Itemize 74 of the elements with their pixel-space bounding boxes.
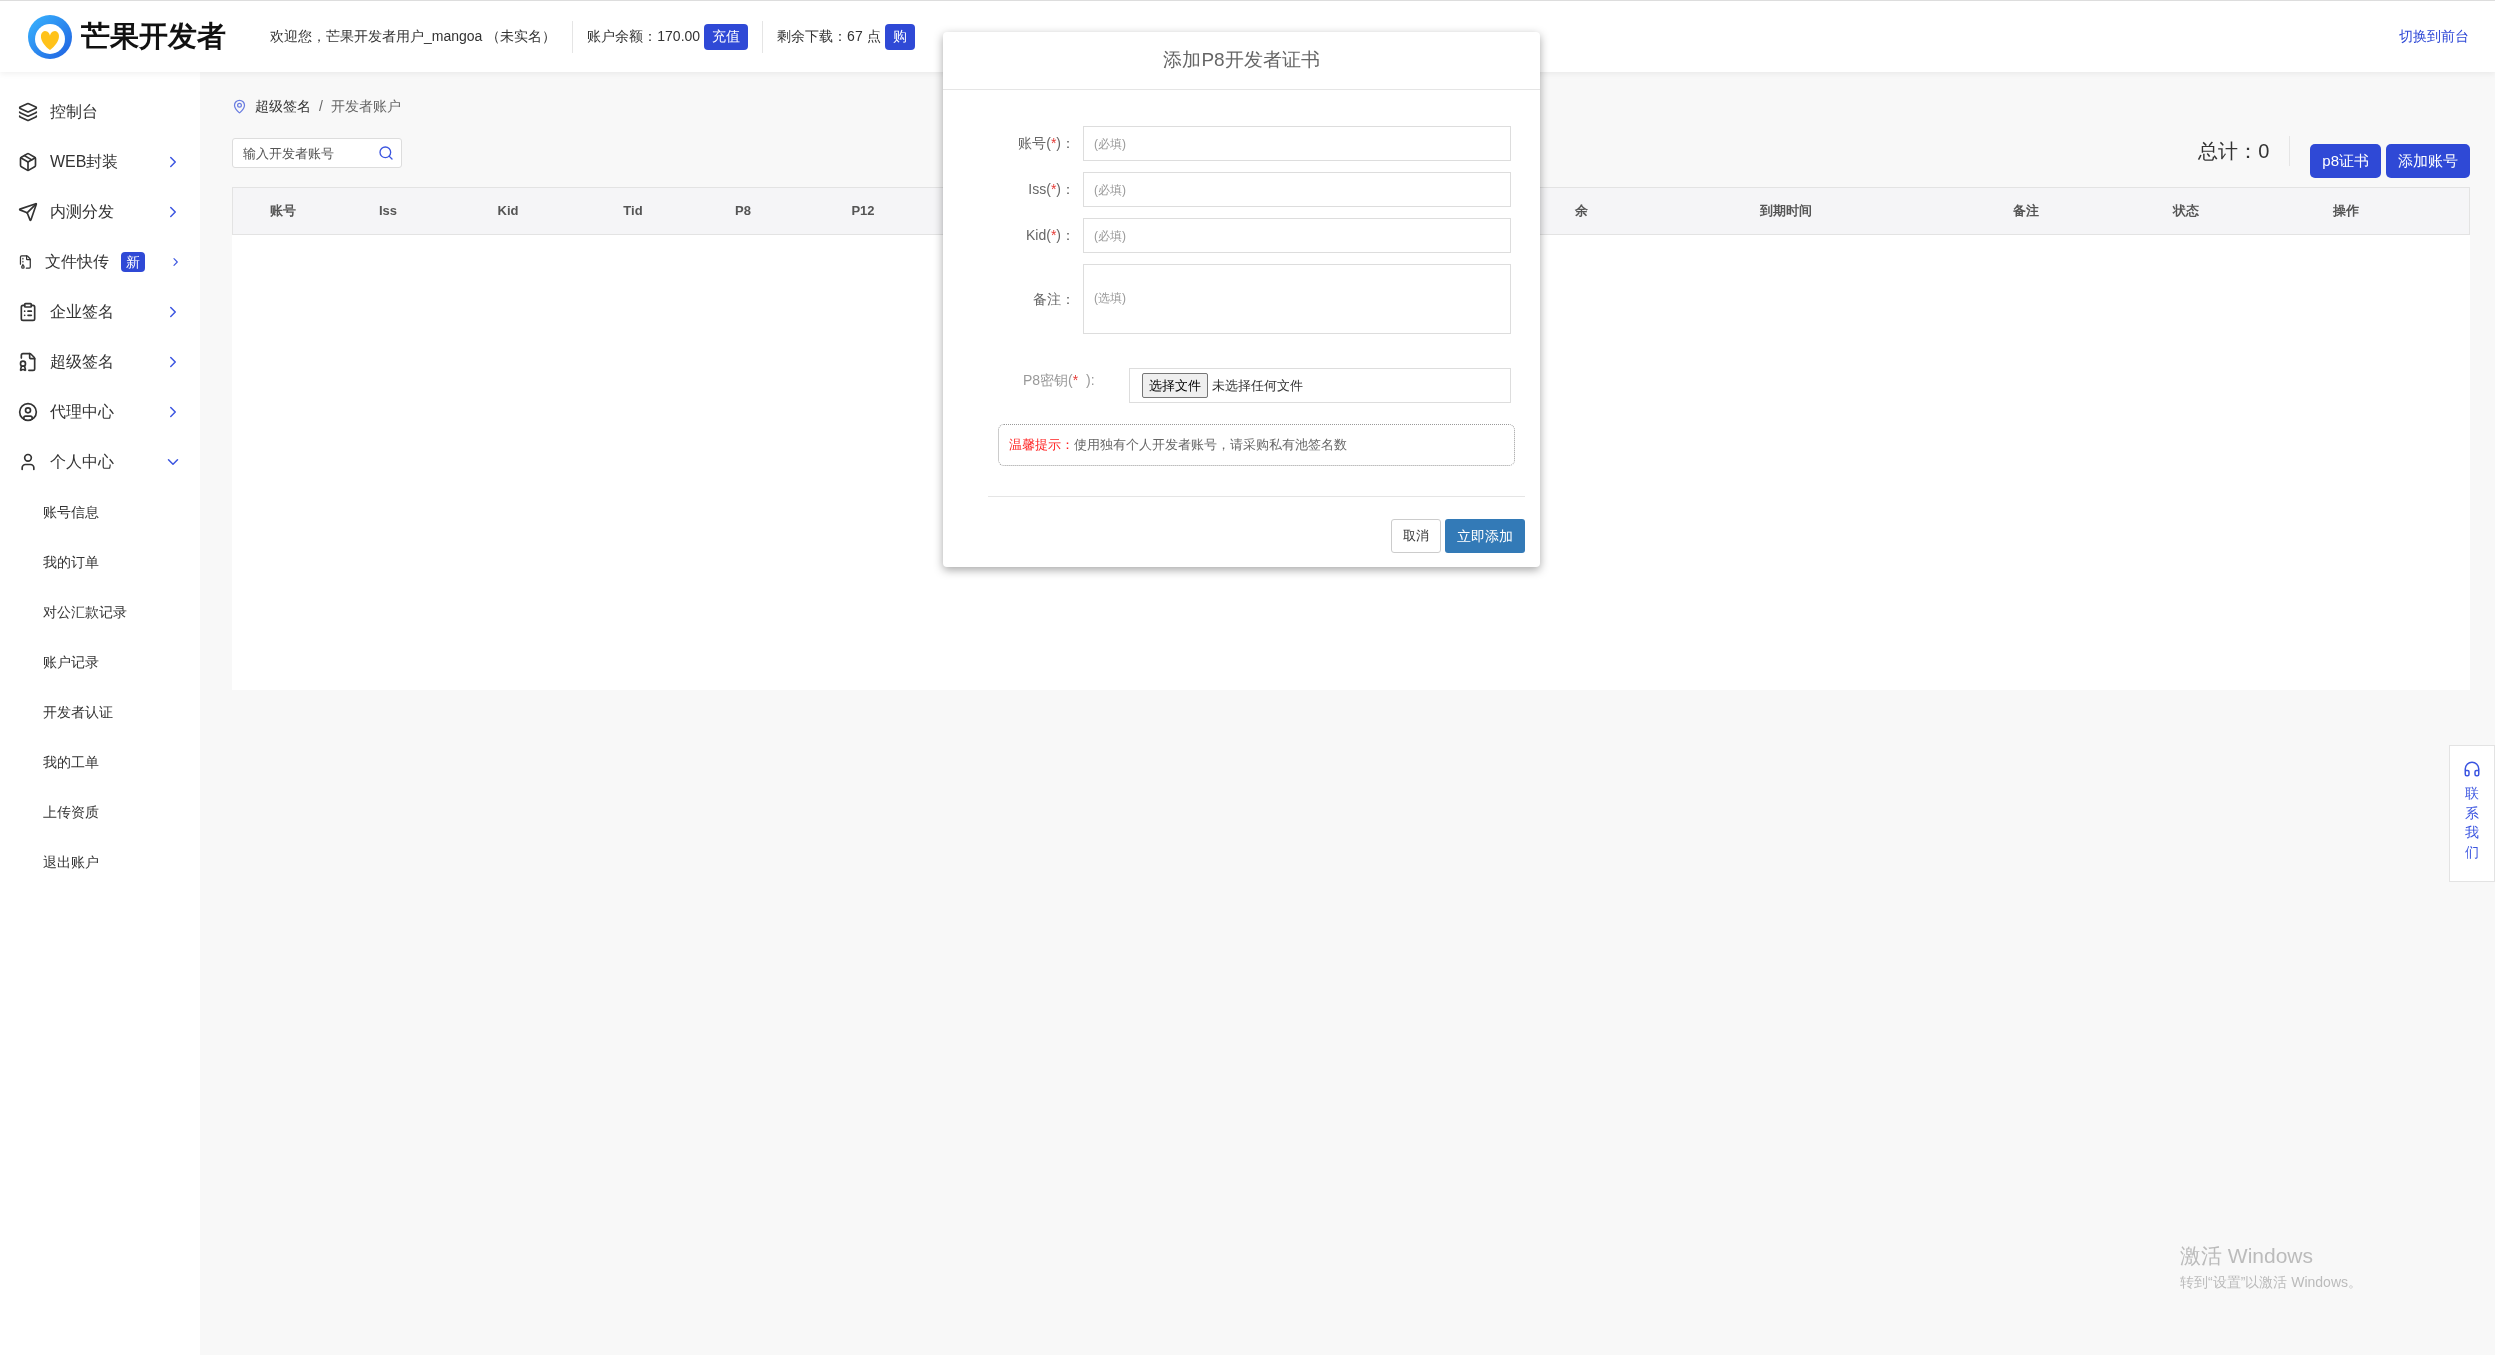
welcome-text: 欢迎您，芒果开发者用户_mangoa （未实名） xyxy=(269,27,558,46)
remark-field[interactable]: (选填) xyxy=(1083,264,1511,334)
column-header: 备注 xyxy=(2013,202,2039,221)
breadcrumb-separator: / xyxy=(319,96,323,116)
breadcrumb-item: 开发者账户 xyxy=(330,96,401,116)
text-field[interactable]: (必填) xyxy=(1083,172,1511,207)
zip-file-icon xyxy=(18,252,33,272)
switch-frontend-link[interactable]: 切换到前台 xyxy=(2399,26,2495,47)
buy-button[interactable]: 购 xyxy=(884,23,915,50)
confirm-button[interactable]: 立即添加 xyxy=(1445,519,1525,553)
sidebar-subitem[interactable]: 上传资质 xyxy=(0,787,200,837)
recharge-button[interactable]: 充值 xyxy=(704,23,749,50)
headset-icon xyxy=(2463,760,2481,778)
cancel-button[interactable]: 取消 xyxy=(1391,519,1441,553)
activation-title: 激活 Windows xyxy=(2180,1243,2315,1269)
file-status-text: 未选择任何文件 xyxy=(1212,376,1303,395)
sidebar-item[interactable]: 代理中心 xyxy=(0,387,200,437)
sidebar-item[interactable]: 个人中心 xyxy=(0,437,200,487)
sidebar-subitem[interactable]: 对公汇款记录 xyxy=(0,587,200,637)
search-field[interactable]: 输入开发者账号 xyxy=(232,138,402,168)
activation-text: 转到“设置”以激活 Windows。 xyxy=(2180,1272,2362,1292)
column-header: P8 xyxy=(735,202,751,221)
file-field[interactable]: 选择文件 未选择任何文件 xyxy=(1129,368,1511,403)
location-pin-icon xyxy=(232,98,247,114)
sidebar-item[interactable]: 超级签名 xyxy=(0,337,200,387)
package-icon xyxy=(18,152,38,172)
sidebar-subitem[interactable]: 我的工单 xyxy=(0,737,200,787)
clipboard-icon xyxy=(18,302,38,322)
field-label: Iss(*)： xyxy=(1028,180,1075,199)
field-label: 备注： xyxy=(1033,289,1075,309)
downloads-text: 剩余下载：67 点 xyxy=(777,27,881,46)
user-icon xyxy=(18,452,38,472)
choose-file-button[interactable]: 选择文件 xyxy=(1142,373,1208,398)
field-label: Kid(*)： xyxy=(1025,226,1075,245)
column-header: P12 xyxy=(851,202,875,221)
column-header: 状态 xyxy=(2173,202,2199,221)
sidebar-item[interactable]: 内测分发 xyxy=(0,187,200,237)
sidebar-subitem[interactable]: 账号信息 xyxy=(0,487,200,537)
paper-plane-icon xyxy=(18,202,38,222)
sidebar-item[interactable]: WEB封装 xyxy=(0,137,200,187)
logo-text: 芒果开发者 xyxy=(81,17,226,55)
search-icon[interactable] xyxy=(378,145,394,161)
certificate-file-icon xyxy=(18,352,38,372)
add-account-button[interactable]: 添加账号 xyxy=(2386,144,2470,178)
tip-label: 温馨提示： xyxy=(1009,436,1074,455)
user-circle-icon xyxy=(18,402,38,422)
column-header: 账号 xyxy=(270,202,296,221)
column-header: 到期时间 xyxy=(1760,202,1812,221)
text-field[interactable]: (必填) xyxy=(1083,126,1511,161)
balance-text: 账户余额：170.00 xyxy=(587,27,701,46)
sidebar-item[interactable]: 控制台 xyxy=(0,87,200,137)
sidebar-item[interactable]: 文件快传 新 xyxy=(0,237,200,287)
file-field-label: P8密钥(* ): xyxy=(1023,371,1095,390)
column-header: Iss xyxy=(378,202,398,221)
dialog-title: 添加P8开发者证书 xyxy=(1163,48,1320,73)
column-header: 余 xyxy=(1574,202,1588,221)
total-count: 总计：0 xyxy=(2198,139,2271,164)
field-label: 账号(*)： xyxy=(1018,134,1075,153)
column-header: Tid xyxy=(623,202,643,221)
sidebar-subitem[interactable]: 退出账户 xyxy=(0,837,200,887)
sidebar-item[interactable]: 企业签名 xyxy=(0,287,200,337)
new-badge: 新 xyxy=(120,252,145,272)
text-field[interactable]: (必填) xyxy=(1083,218,1511,253)
layers-icon xyxy=(18,102,38,122)
column-header: Kid xyxy=(497,202,519,221)
column-header: 操作 xyxy=(2333,202,2359,221)
tip-text: 使用独有个人开发者账号，请采购私有池签名数 xyxy=(1074,436,1347,455)
breadcrumb-item[interactable]: 超级签名 xyxy=(255,95,311,117)
sidebar-subitem[interactable]: 开发者认证 xyxy=(0,687,200,737)
mango-logo-icon xyxy=(27,13,73,60)
sidebar-subitem[interactable]: 我的订单 xyxy=(0,537,200,587)
sidebar-subitem[interactable]: 账户记录 xyxy=(0,637,200,687)
contact-tab[interactable]: 联系我们 xyxy=(2449,745,2495,882)
p8-certificate-button[interactable]: p8证书 xyxy=(2310,144,2381,178)
